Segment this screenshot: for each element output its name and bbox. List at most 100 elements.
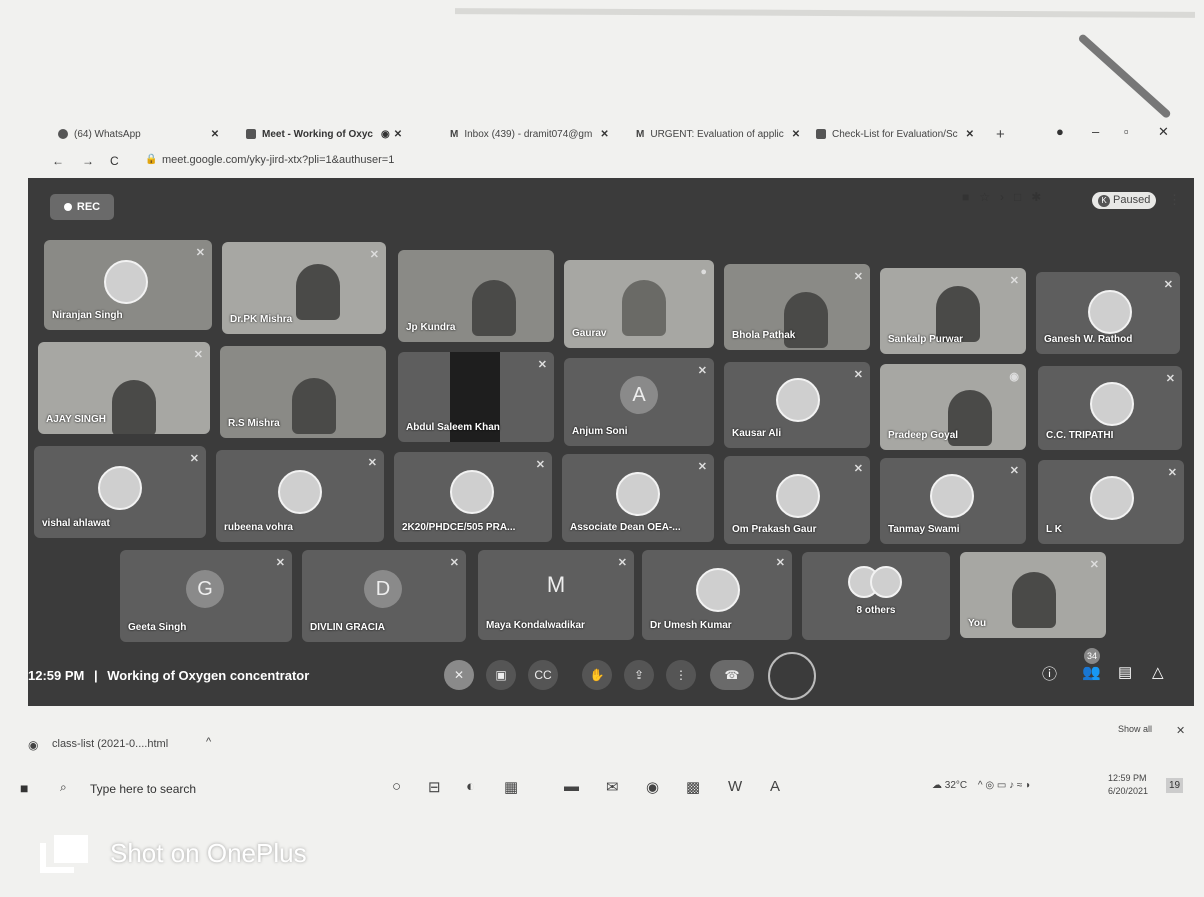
participant-tile[interactable]: ✕ Dr Umesh Kumar (642, 550, 792, 640)
participant-tile[interactable]: ✕ rubeena vohra (216, 450, 384, 542)
notifications-icon[interactable]: 19 (1166, 778, 1184, 793)
avatar: D (364, 570, 402, 608)
participant-tile[interactable]: ✕ AJAY SINGH (38, 342, 210, 434)
participant-tile[interactable]: ✕ Dr.PK Mishra (222, 242, 386, 334)
participant-tile[interactable]: ✕ Sankalp Purwar (880, 268, 1026, 354)
participant-tile[interactable]: D ✕ DIVLIN GRACIA (302, 550, 466, 642)
participant-tile[interactable]: ✕ Abdul Saleem Khan (398, 352, 554, 442)
acrobat-icon[interactable]: A (770, 778, 780, 795)
close-icon[interactable]: ✕ (211, 129, 219, 140)
system-clock[interactable]: 12:59 PM 6/20/2021 (1108, 772, 1148, 798)
mic-off-icon: ✕ (537, 359, 547, 371)
participant-tile[interactable]: ✕ Tanmay Swami (880, 458, 1026, 544)
participant-name: Maya Kondalwadikar (486, 620, 585, 631)
raise-hand-button[interactable]: ✋ (582, 660, 612, 690)
more-menu-icon[interactable]: ⋮ (1168, 192, 1181, 208)
mic-off-icon: ✕ (1089, 559, 1099, 571)
chrome-taskbar-icon[interactable]: ◉ (646, 778, 659, 796)
reload-icon[interactable]: C (110, 154, 119, 168)
star-icon[interactable]: ☆ (979, 190, 1000, 204)
show-all-button[interactable]: Show all (1118, 724, 1152, 734)
participant-video (1012, 572, 1056, 628)
present-button[interactable]: ⇪ (624, 660, 654, 690)
tab-inbox[interactable]: M Inbox (439) - dramit074@gm ✕ (450, 124, 628, 146)
participant-tile[interactable]: ✕ C.C. TRIPATHI (1038, 366, 1182, 450)
url-field[interactable]: meet.google.com/yky-jird-xtx?pli=1&authu… (162, 154, 394, 166)
participant-tile[interactable]: ✕ Niranjan Singh (44, 240, 212, 330)
close-icon[interactable]: ✕ (600, 129, 608, 140)
participant-tile[interactable]: ✕ Associate Dean OEA-... (562, 454, 714, 542)
forward-icon[interactable]: → (82, 154, 94, 168)
close-icon[interactable]: ✕ (394, 129, 402, 140)
chat-icon[interactable]: ▤ (1118, 663, 1132, 681)
close-window-icon[interactable]: ✕ (1158, 124, 1169, 140)
participant-tile[interactable]: R.S Mishra (220, 346, 386, 438)
participant-tile[interactable]: ✕ Om Prakash Gaur (724, 456, 870, 544)
back-icon[interactable]: ← (52, 154, 64, 168)
participant-tile[interactable]: Jp Kundra (398, 250, 554, 342)
recording-icon: ◉ (380, 129, 390, 140)
maximize-icon[interactable]: ▫ (1124, 124, 1129, 139)
mic-off-icon: ✕ (853, 463, 863, 475)
windows-start-icon[interactable]: ■ (20, 780, 28, 796)
activities-icon[interactable]: △ (1152, 663, 1164, 681)
camera-button[interactable]: ▣ (486, 660, 516, 690)
camera-icon[interactable]: ■ (962, 190, 979, 204)
captions-button[interactable]: CC (528, 660, 558, 690)
edge-icon[interactable]: ◐ (466, 778, 475, 795)
mic-off-icon: ✕ (275, 557, 285, 569)
meeting-info: 12:59 PM | Working of Oxygen concentrato… (28, 668, 309, 683)
profile-paused-chip[interactable]: K Paused (1092, 192, 1157, 209)
store-icon[interactable]: ▦ (504, 778, 518, 796)
participant-tile[interactable]: M ✕ Maya Kondalwadikar (478, 550, 634, 640)
teams-icon[interactable]: ▩ (686, 778, 700, 796)
share-icon[interactable]: › (1000, 190, 1014, 204)
mail-icon[interactable]: ✉ (606, 778, 619, 796)
meeting-title: Working of Oxygen concentrator (107, 668, 310, 683)
leave-call-button[interactable]: ☎ (710, 660, 754, 690)
avatar (98, 466, 142, 510)
minimize-icon[interactable]: – (1092, 124, 1099, 139)
puzzle-icon[interactable]: ✱ (1031, 190, 1051, 204)
new-tab-button[interactable]: + (996, 124, 1016, 146)
close-icon[interactable]: ✕ (792, 129, 800, 140)
info-icon[interactable]: ⓘ (1042, 663, 1057, 684)
tab-checklist[interactable]: Check-List for Evaluation/Sc ✕ (816, 124, 994, 146)
participant-tile[interactable]: ✕ 2K20/PHDCE/505 PRA... (394, 452, 552, 542)
participant-tile[interactable]: ✕ Kausar Ali (724, 362, 870, 448)
avatar (104, 260, 148, 304)
tab-meet[interactable]: Meet - Working of Oxyc ◉ ✕ (246, 124, 456, 146)
participant-tile[interactable]: ✕ L K (1038, 460, 1184, 544)
task-view-icon[interactable]: ⊟ (428, 778, 441, 796)
people-icon[interactable]: 👥 (1082, 663, 1101, 681)
participant-count-badge: 34 (1084, 648, 1100, 664)
participant-tile[interactable]: ✕ Ganesh W. Rathod (1036, 272, 1180, 354)
participant-tile[interactable]: G ✕ Geeta Singh (120, 550, 292, 642)
participant-tile[interactable]: A ✕ Anjum Soni (564, 358, 714, 446)
tab-urgent[interactable]: M URGENT: Evaluation of applic ✕ (636, 124, 826, 146)
tab-whatsapp[interactable]: (64) WhatsApp ✕ (58, 124, 238, 146)
taskbar-search[interactable]: Type here to search (90, 782, 196, 796)
participant-name: Anjum Soni (572, 426, 628, 437)
participant-tile[interactable]: ◉ Pradeep Goyal (880, 364, 1026, 450)
cortana-icon[interactable]: ○ (392, 778, 401, 795)
participant-video (622, 280, 666, 336)
participant-tile[interactable]: ● Gaurav (564, 260, 714, 348)
speaking-icon: ● (700, 266, 707, 278)
mic-off-button[interactable]: ✕ (444, 660, 474, 690)
cast-icon[interactable]: □ (1014, 190, 1031, 204)
self-tile[interactable]: ✕ You (960, 552, 1106, 638)
participant-name: Dr.PK Mishra (230, 314, 293, 325)
chevron-up-icon[interactable]: ^ (206, 736, 211, 748)
participant-tile[interactable]: ✕ vishal ahlawat (34, 446, 206, 538)
close-icon[interactable]: ✕ (1176, 724, 1185, 737)
explorer-icon[interactable]: ▬ (564, 778, 579, 795)
hover-ring (768, 652, 816, 700)
close-icon[interactable]: ✕ (966, 129, 974, 140)
others-tile[interactable]: 8 others (802, 552, 950, 640)
tray-icons[interactable]: ^ ◎ ▭ ♪ ≈ ◗ (978, 780, 1031, 791)
word-icon[interactable]: W (728, 778, 742, 795)
more-options-button[interactable]: ⋮ (666, 660, 696, 690)
download-item[interactable]: class-list (2021-0....html (52, 738, 168, 750)
participant-tile[interactable]: ✕ Bhola Pathak (724, 264, 870, 350)
